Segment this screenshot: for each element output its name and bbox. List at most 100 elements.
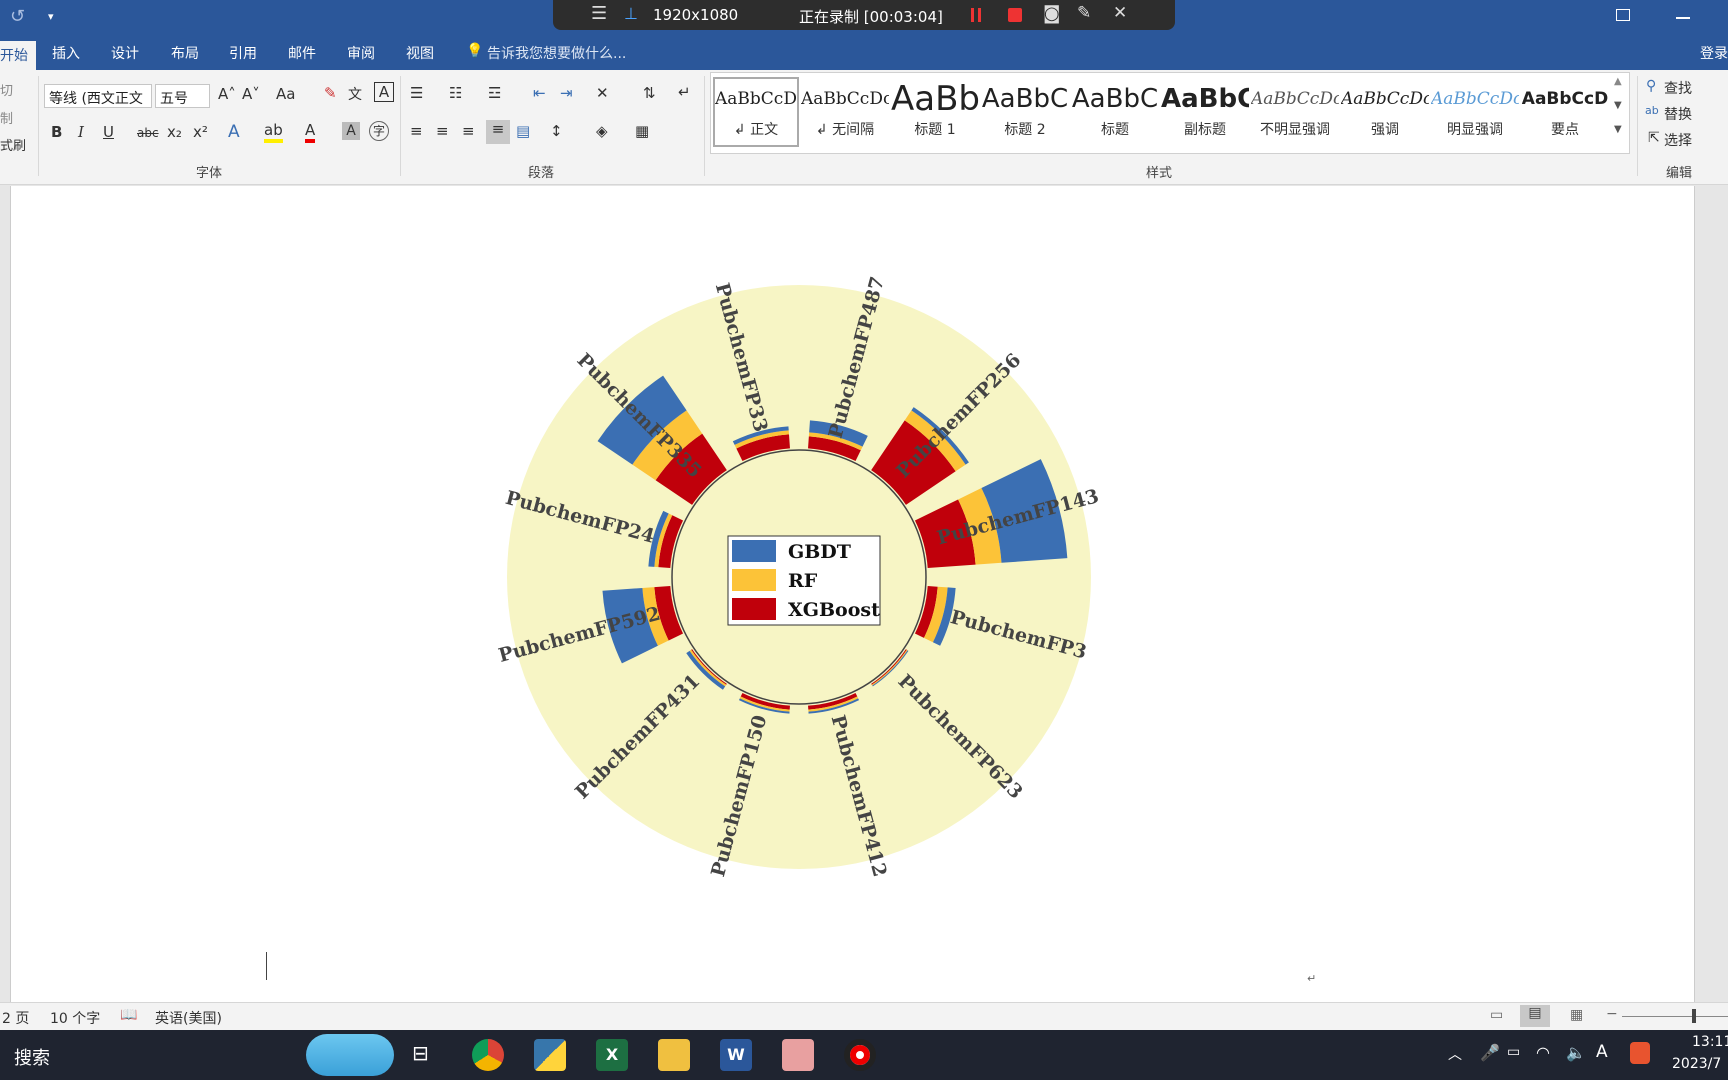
sort-icon[interactable]: ⇅ (643, 84, 656, 102)
document-page[interactable]: PubchemFP143 PubchemFP3 PubchemFP623 Pubche… (10, 186, 1695, 1002)
shading-icon[interactable]: ◈ (596, 122, 608, 140)
styles-scroll-up-icon[interactable]: ▲ (1614, 76, 1622, 87)
chart-app-icon[interactable] (782, 1039, 814, 1071)
tab-review[interactable]: 审阅 (347, 43, 375, 63)
underline-button[interactable]: U (103, 123, 114, 141)
tab-home[interactable]: 开始 (0, 41, 36, 70)
cut-button[interactable]: 切 (0, 80, 13, 99)
align-center-icon[interactable]: ≡ (436, 122, 449, 140)
character-shading-icon[interactable]: A (342, 122, 360, 140)
strikethrough-button[interactable]: abc (137, 126, 159, 140)
style-emphasis[interactable]: AaBbCcDc 强调 (1341, 79, 1429, 151)
align-right-icon[interactable]: ≡ (462, 122, 475, 140)
style-subtitle[interactable]: AaBbC 副标题 (1161, 79, 1249, 151)
replace-icon[interactable]: ab (1645, 104, 1659, 117)
bullets-icon[interactable]: ☰ (410, 84, 423, 102)
show-marks-icon[interactable]: ↵ (678, 83, 691, 101)
tab-design[interactable]: 设计 (111, 43, 139, 63)
style-no-spacing[interactable]: AaBbCcDc ↲ 无间隔 (801, 79, 889, 151)
style-intense-emphasis[interactable]: AaBbCcDc 明显强调 (1431, 79, 1519, 151)
shrink-font-button[interactable]: A˅ (242, 85, 260, 103)
tell-me-search[interactable]: 告诉我您想要做什么... (487, 43, 626, 63)
character-border-button[interactable]: A (374, 82, 394, 102)
superscript-icon[interactable]: x² (193, 123, 208, 141)
find-icon[interactable]: ⚲ (1646, 78, 1656, 94)
wifi-icon[interactable]: ◠ (1536, 1043, 1550, 1062)
web-layout-icon[interactable]: ▦ (1570, 1007, 1583, 1023)
page-count[interactable]: 2 页 (2, 1008, 29, 1028)
menu-icon[interactable]: ☰ (591, 3, 607, 24)
style-strong[interactable]: AaBbCcD 要点 (1521, 79, 1609, 151)
change-case-button[interactable]: Aa (276, 85, 295, 103)
font-name-select[interactable]: 等线 (西文正文 (44, 84, 152, 108)
select-icon[interactable]: ⇱ (1648, 130, 1660, 146)
font-size-select[interactable]: 五号 (155, 84, 210, 108)
pause-icon[interactable] (971, 8, 981, 22)
italic-button[interactable]: I (78, 123, 84, 141)
tab-references[interactable]: 引用 (229, 43, 257, 63)
chinese-layout-icon[interactable]: ✕ (596, 84, 609, 102)
justify-icon[interactable]: ≡ (486, 120, 510, 144)
python-icon[interactable] (534, 1039, 566, 1071)
grow-font-button[interactable]: A˄ (218, 85, 236, 103)
text-effects-button[interactable]: A (228, 122, 240, 142)
enclose-character-icon[interactable]: 字 (369, 121, 389, 141)
highlight-icon[interactable]: ab (264, 121, 283, 143)
zoom-slider[interactable] (1622, 1016, 1728, 1017)
phonetic-guide-icon[interactable]: 文 (348, 84, 362, 104)
borders-icon[interactable]: ▦ (635, 122, 649, 140)
camera-icon[interactable]: ◙ (1043, 3, 1060, 24)
close-icon[interactable]: ✕ (1113, 3, 1127, 23)
styles-scroll-down-icon[interactable]: ▼ (1614, 100, 1622, 111)
numbering-icon[interactable]: ☷ (449, 84, 462, 102)
undo-icon[interactable]: ↺ (10, 6, 25, 27)
pin-icon[interactable]: ⊥ (624, 4, 638, 23)
show-hidden-icons[interactable]: ︿ (1448, 1044, 1462, 1064)
style-heading-2[interactable]: AaBbC 标题 2 (981, 79, 1069, 151)
login-link[interactable]: 登录 (1700, 43, 1728, 63)
proofing-icon[interactable]: 📖 (120, 1007, 137, 1023)
distributed-icon[interactable]: ▤ (516, 122, 530, 140)
screen-recorder-icon[interactable] (844, 1039, 876, 1071)
zoom-slider-thumb[interactable] (1692, 1009, 1696, 1023)
styles-expand-icon[interactable]: ▼ (1614, 124, 1622, 135)
align-left-icon[interactable]: ≡ (410, 122, 423, 140)
clear-format-icon[interactable]: ✎ (324, 84, 337, 102)
language-indicator[interactable]: 英语(美国) (155, 1008, 222, 1028)
style-normal[interactable]: AaBbCcDc ↲ 正文 (713, 77, 799, 147)
file-explorer-icon[interactable] (658, 1039, 690, 1071)
replace-button[interactable]: 替换 (1664, 104, 1692, 124)
find-button[interactable]: 查找 (1664, 78, 1692, 98)
print-layout-icon[interactable]: ▤ (1520, 1005, 1550, 1027)
pen-icon[interactable]: ✎ (1077, 3, 1091, 23)
minimize-icon[interactable] (1676, 17, 1690, 19)
read-mode-icon[interactable]: ▭ (1490, 1007, 1503, 1023)
quick-access-dropdown-icon[interactable]: ▾ (48, 10, 54, 23)
style-subtle-emphasis[interactable]: AaBbCcDc 不明显强调 (1251, 79, 1339, 151)
battery-icon[interactable]: ▭ (1507, 1044, 1520, 1060)
input-method-icon[interactable]: A (1596, 1042, 1608, 1062)
clock-date[interactable]: 2023/7 (1672, 1056, 1721, 1072)
stop-icon[interactable] (1008, 8, 1022, 22)
increase-indent-icon[interactable]: ⇥ (560, 84, 573, 102)
copy-button[interactable]: 制 (0, 108, 13, 127)
volume-icon[interactable]: 🔈 (1566, 1043, 1586, 1062)
multilevel-list-icon[interactable]: ☲ (488, 84, 501, 102)
word-count[interactable]: 10 个字 (50, 1008, 100, 1028)
excel-icon[interactable]: X (596, 1039, 628, 1071)
font-color-icon[interactable]: A (305, 121, 316, 143)
zoom-out-icon[interactable]: − (1606, 1006, 1618, 1022)
tab-insert[interactable]: 插入 (52, 43, 80, 63)
style-heading-1[interactable]: AaBb 标题 1 (891, 79, 979, 151)
tab-mailings[interactable]: 邮件 (288, 43, 316, 63)
bold-button[interactable]: B (51, 123, 62, 141)
tab-layout[interactable]: 布局 (171, 43, 199, 63)
tab-view[interactable]: 视图 (406, 43, 434, 63)
taskbar-search[interactable]: 搜索 (14, 1044, 50, 1070)
line-spacing-icon[interactable]: ↕ (550, 122, 563, 140)
word-icon[interactable]: W (720, 1039, 752, 1071)
format-painter-button[interactable]: 式刷 (0, 135, 26, 154)
clock-time[interactable]: 13:11 (1692, 1034, 1728, 1050)
style-title[interactable]: AaBbC 标题 (1071, 79, 1159, 151)
microphone-icon[interactable]: 🎤 (1480, 1043, 1500, 1062)
